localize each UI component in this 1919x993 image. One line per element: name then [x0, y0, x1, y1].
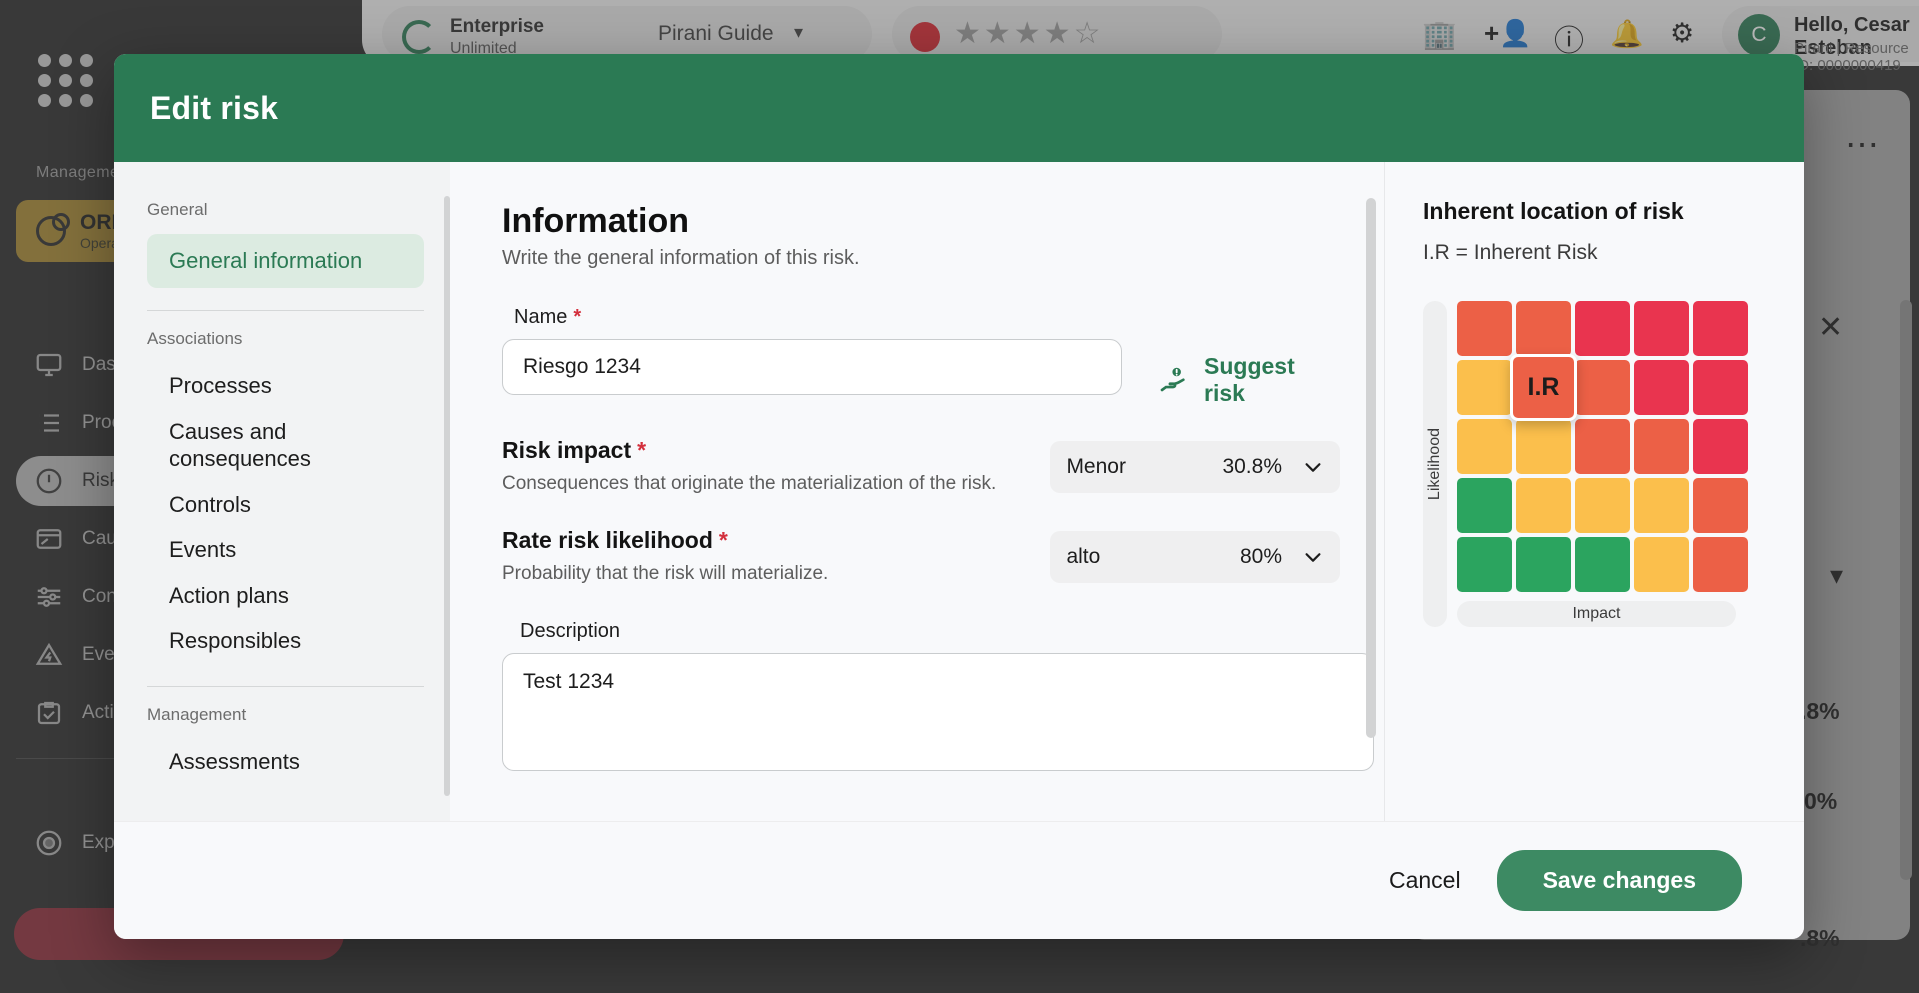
nav-item-controls[interactable]: Controls — [147, 482, 424, 528]
risk-impact-select[interactable]: Menor 30.8% — [1050, 441, 1340, 493]
section-heading: Information — [502, 202, 1340, 241]
risk-impact-value: Menor — [1066, 455, 1126, 479]
matrix-cell[interactable] — [1634, 360, 1689, 415]
matrix-wrapper: Likelihood I.R Impact — [1423, 301, 1804, 627]
nav-divider — [147, 686, 424, 687]
risk-likelihood-value: alto — [1066, 545, 1100, 569]
matrix-cell[interactable] — [1457, 360, 1512, 415]
nav-item-general-information[interactable]: General information — [147, 234, 424, 288]
matrix-cell[interactable] — [1457, 478, 1512, 533]
matrix-cell[interactable] — [1693, 419, 1748, 474]
matrix-cell[interactable] — [1634, 537, 1689, 592]
risk-matrix-grid[interactable]: I.R — [1457, 301, 1748, 592]
matrix-cell[interactable] — [1575, 419, 1630, 474]
suggest-risk-label: Suggest risk — [1204, 353, 1340, 407]
risk-impact-label: Risk impact* — [502, 437, 1050, 464]
nav-group-management: Management — [147, 705, 424, 725]
matrix-cell[interactable] — [1516, 478, 1571, 533]
risk-impact-field: Risk impact* Consequences that originate… — [502, 437, 1340, 497]
risk-likelihood-description: Probability that the risk will materiali… — [502, 562, 1050, 587]
inherent-risk-marker[interactable]: I.R — [1510, 354, 1577, 421]
matrix-cell[interactable] — [1575, 360, 1630, 415]
nav-item-processes[interactable]: Processes — [147, 363, 424, 409]
chevron-down-icon — [1302, 546, 1324, 568]
matrix-cell[interactable] — [1457, 301, 1512, 356]
matrix-cell[interactable] — [1634, 301, 1689, 356]
matrix-x-axis-label: Impact — [1457, 601, 1736, 627]
nav-group-associations: Associations — [147, 329, 424, 349]
matrix-title: Inherent location of risk — [1423, 198, 1804, 225]
modal-title: Edit risk — [150, 90, 278, 127]
matrix-cell[interactable] — [1575, 478, 1630, 533]
nav-item-responsibles[interactable]: Responsibles — [147, 618, 424, 664]
suggest-risk-button[interactable]: Suggest risk — [1158, 353, 1340, 407]
modal-header: Edit risk — [114, 54, 1804, 162]
risk-likelihood-label: Rate risk likelihood* — [502, 527, 1050, 554]
required-marker: * — [573, 306, 581, 328]
section-subheading: Write the general information of this ri… — [502, 247, 1340, 270]
matrix-cell[interactable] — [1457, 537, 1512, 592]
save-changes-button[interactable]: Save changes — [1497, 850, 1742, 911]
matrix-cell[interactable] — [1516, 537, 1571, 592]
matrix-cell[interactable] — [1693, 537, 1748, 592]
screen: Management ORM Operational Dashboard Pro… — [0, 0, 1919, 993]
modal-sidebar: General General information Associations… — [114, 162, 450, 821]
risk-likelihood-field: Rate risk likelihood* Probability that t… — [502, 527, 1340, 587]
name-input[interactable] — [502, 339, 1122, 395]
description-textarea[interactable]: Test 1234 — [502, 653, 1374, 771]
nav-item-events[interactable]: Events — [147, 527, 424, 573]
risk-impact-description: Consequences that originate the material… — [502, 472, 1050, 497]
hand-alert-icon — [1158, 364, 1190, 396]
cancel-button[interactable]: Cancel — [1389, 867, 1461, 894]
modal-main: Information Write the general informatio… — [450, 162, 1384, 821]
matrix-cell[interactable] — [1457, 419, 1512, 474]
matrix-y-axis-label: Likelihood — [1423, 301, 1447, 627]
matrix-cell[interactable] — [1634, 419, 1689, 474]
modal-body: General General information Associations… — [114, 162, 1804, 821]
matrix-cell[interactable] — [1575, 301, 1630, 356]
modal-footer: Cancel Save changes — [114, 821, 1804, 939]
matrix-cell[interactable] — [1693, 360, 1748, 415]
name-label-text: Name — [514, 306, 567, 328]
matrix-legend: I.R = Inherent Risk — [1423, 241, 1804, 265]
chevron-down-icon — [1302, 456, 1324, 478]
matrix-cell[interactable] — [1693, 478, 1748, 533]
matrix-cell[interactable] — [1516, 301, 1571, 356]
risk-matrix-panel: Inherent location of risk I.R = Inherent… — [1384, 162, 1804, 821]
modal-main-scrollbar[interactable] — [1366, 198, 1376, 738]
edit-risk-modal: Edit risk General General information As… — [114, 54, 1804, 939]
risk-impact-percent: 30.8% — [1222, 455, 1282, 479]
name-label: Name * — [514, 306, 1340, 329]
matrix-cell[interactable] — [1693, 301, 1748, 356]
nav-item-assessments[interactable]: Assessments — [147, 739, 424, 785]
description-label: Description — [520, 620, 1340, 643]
matrix-cell[interactable] — [1516, 419, 1571, 474]
matrix-cell[interactable] — [1634, 478, 1689, 533]
matrix-y-axis-text: Likelihood — [1426, 428, 1444, 500]
risk-likelihood-percent: 80% — [1240, 545, 1282, 569]
nav-item-action-plans[interactable]: Action plans — [147, 573, 424, 619]
nav-item-causes-consequences[interactable]: Causes and consequences — [147, 409, 337, 482]
risk-likelihood-label-text: Rate risk likelihood — [502, 527, 713, 553]
nav-divider — [147, 310, 424, 311]
risk-likelihood-select[interactable]: alto 80% — [1050, 531, 1340, 583]
required-marker: * — [637, 437, 646, 463]
nav-group-general: General — [147, 200, 424, 220]
risk-impact-label-text: Risk impact — [502, 437, 631, 463]
matrix-cell[interactable] — [1575, 537, 1630, 592]
required-marker: * — [719, 527, 728, 553]
